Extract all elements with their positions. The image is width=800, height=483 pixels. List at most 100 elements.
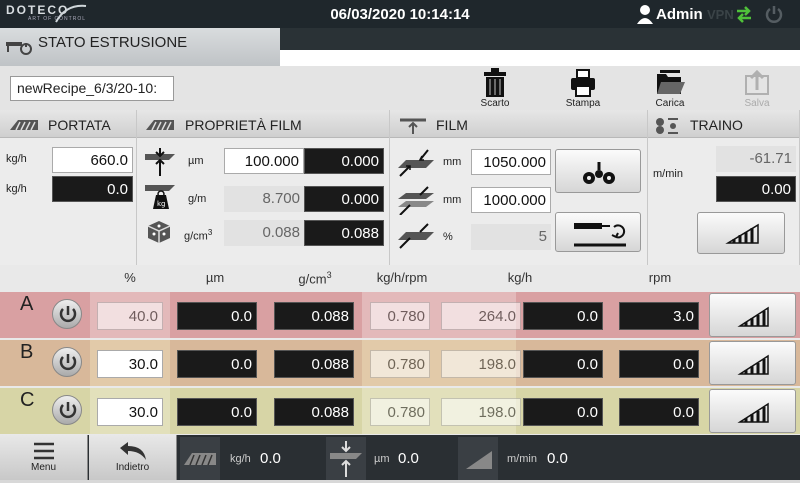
save-upload-icon xyxy=(745,69,769,95)
user-name[interactable]: Admin xyxy=(656,6,703,23)
scarto-button[interactable]: Scarto xyxy=(467,64,523,109)
row-c-density-value: 0.088 xyxy=(274,398,354,426)
scarto-label: Scarto xyxy=(480,98,510,109)
film-width-unit: mm xyxy=(443,156,462,168)
portata-unit-2: kg/h xyxy=(6,183,27,195)
trash-icon xyxy=(484,68,506,97)
row-a-kgh-rpm-value[interactable]: 0.780 xyxy=(370,302,430,330)
col-header-kgh-rpm: kg/h/rpm xyxy=(376,270,428,285)
row-c-percent-field[interactable]: 30.0 xyxy=(97,398,163,426)
portata-unit-1: kg/h xyxy=(6,153,27,165)
back-arrow-icon xyxy=(119,442,146,460)
salva-label: Salva xyxy=(744,98,770,109)
density-unit: g/cm3 xyxy=(184,228,213,243)
thickness-actual-value: 0.000 xyxy=(304,148,384,174)
power-icon[interactable] xyxy=(764,4,784,24)
ramp-up-icon xyxy=(737,306,769,327)
row-a-percent-field[interactable]: 40.0 xyxy=(97,302,163,330)
row-a-power-button[interactable] xyxy=(52,299,82,329)
weight-icon: kg xyxy=(145,185,175,209)
film-flat-width-field[interactable]: 1000.000 xyxy=(471,187,551,213)
row-c-ramp-button[interactable] xyxy=(709,389,796,433)
menu-label: Menu xyxy=(30,462,56,473)
film-width-icon xyxy=(398,149,434,177)
film-flat-width-icon xyxy=(398,186,434,215)
traino-actual-value: 0.00 xyxy=(716,176,796,202)
bottom-kgh-unit: kg/h xyxy=(230,453,251,465)
flow-rate-icon xyxy=(10,120,38,131)
page-title: STATO ESTRUSIONE xyxy=(38,34,188,51)
row-c-kgh-actual-value: 0.0 xyxy=(523,398,603,426)
ramp-up-icon xyxy=(725,223,759,244)
col-header-rpm: rpm xyxy=(648,270,672,285)
hamburger-menu-icon xyxy=(33,442,54,460)
film-overlap-icon xyxy=(398,223,434,249)
svg-text:kg: kg xyxy=(157,200,166,208)
density-cube-icon xyxy=(147,221,171,243)
salva-button[interactable]: Salva xyxy=(729,64,785,109)
extrusion-status-icon xyxy=(6,42,32,55)
row-c-thickness-value: 0.0 xyxy=(177,398,257,426)
scissors-icon xyxy=(583,162,615,184)
film-recycle-button[interactable] xyxy=(555,212,641,252)
row-c-kgh-setpoint-value: 198.0 xyxy=(441,398,521,426)
back-button[interactable]: Indietro xyxy=(89,435,177,480)
bottom-thickness-icon-box xyxy=(326,437,366,480)
row-a-ramp-button[interactable] xyxy=(709,293,796,337)
row-a-rpm-value: 3.0 xyxy=(619,302,699,330)
row-a-label: A xyxy=(20,293,34,315)
row-b-kgh-setpoint-value: 198.0 xyxy=(441,350,521,378)
thickness-setpoint-field[interactable]: 100.000 xyxy=(224,148,304,174)
film-cutter-button[interactable] xyxy=(555,149,641,193)
thickness-unit: µm xyxy=(188,155,204,167)
stampa-label: Stampa xyxy=(565,98,601,109)
thickness-icon xyxy=(330,441,362,477)
back-label: Indietro xyxy=(115,462,150,473)
bottom-speed-icon-box xyxy=(458,437,498,480)
flow-rate-icon xyxy=(184,453,216,466)
film-recycle-icon xyxy=(574,223,626,247)
row-b-rpm-value: 0.0 xyxy=(619,350,699,378)
row-b-power-button[interactable] xyxy=(52,347,82,377)
film-overlap-value: 5 xyxy=(471,224,551,250)
traino-title: TRAINO xyxy=(690,117,743,133)
ramp-up-icon xyxy=(466,451,492,469)
weight-actual-value: 0.000 xyxy=(304,186,384,212)
film-properties-icon xyxy=(146,120,174,131)
bottom-um-unit: µm xyxy=(374,453,390,465)
ramp-up-icon xyxy=(737,402,769,423)
row-b-density-value: 0.088 xyxy=(274,350,354,378)
density-setpoint-value: 0.088 xyxy=(224,220,304,246)
weight-setpoint-value: 8.700 xyxy=(224,186,304,212)
bottom-flow-icon-box xyxy=(180,437,220,480)
power-icon xyxy=(59,354,77,371)
menu-button[interactable]: Menu xyxy=(0,435,88,480)
carica-label: Carica xyxy=(655,98,685,109)
portata-setpoint-field[interactable]: 660.0 xyxy=(52,147,133,173)
stampa-button[interactable]: Stampa xyxy=(555,64,611,109)
row-b-ramp-button[interactable] xyxy=(709,341,796,385)
weight-unit: g/m xyxy=(188,193,207,205)
ramp-up-icon xyxy=(737,354,769,375)
row-b-kgh-actual-value: 0.0 xyxy=(523,350,603,378)
traino-ramp-button[interactable] xyxy=(697,212,785,254)
portata-actual-value: 0.0 xyxy=(52,176,133,202)
row-a-density-value: 0.088 xyxy=(274,302,354,330)
row-c-kgh-rpm-value[interactable]: 0.780 xyxy=(370,398,430,426)
user-icon xyxy=(637,5,653,24)
power-icon xyxy=(59,402,77,419)
recipe-name-field[interactable]: newRecipe_6/3/20-10: xyxy=(10,76,174,101)
vpn-indicator: VPN xyxy=(707,7,734,22)
bottom-kgh-value: 0.0 xyxy=(260,450,281,467)
film-width-field[interactable]: 1050.000 xyxy=(471,149,551,175)
row-b-kgh-rpm-value[interactable]: 0.780 xyxy=(370,350,430,378)
row-a-thickness-value: 0.0 xyxy=(177,302,257,330)
row-b-percent-field[interactable]: 30.0 xyxy=(97,350,163,378)
traino-unit: m/min xyxy=(653,168,683,180)
carica-button[interactable]: Carica xyxy=(642,64,698,109)
col-header-thickness: µm xyxy=(205,270,225,285)
datetime: 06/03/2020 10:14:14 xyxy=(330,6,470,23)
swap-arrows-icon[interactable] xyxy=(733,4,755,24)
density-actual-value: 0.088 xyxy=(304,220,384,246)
row-c-power-button[interactable] xyxy=(52,395,82,425)
